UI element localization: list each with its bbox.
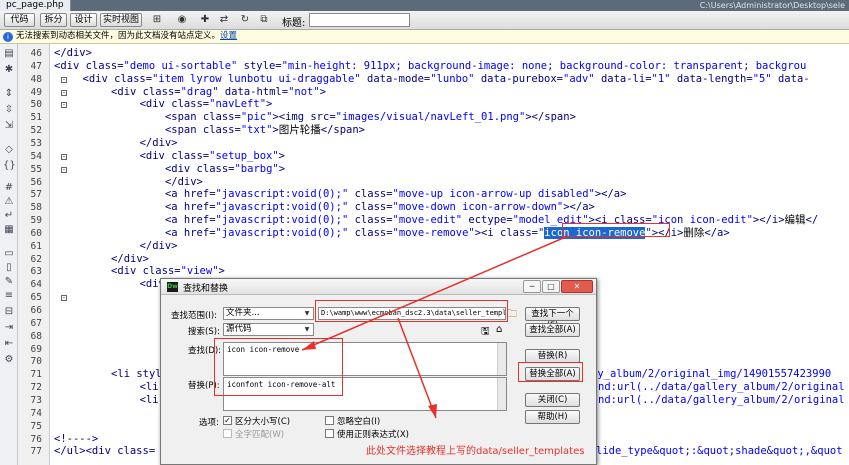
arrow-line [301,235,569,351]
annotation-text: 此处文件选择教程上写的data/seller_templates [366,446,585,457]
arrow-head [428,404,437,418]
arrow-line [397,317,437,419]
arrow-head [302,341,316,350]
annotation-arrows [301,235,569,419]
